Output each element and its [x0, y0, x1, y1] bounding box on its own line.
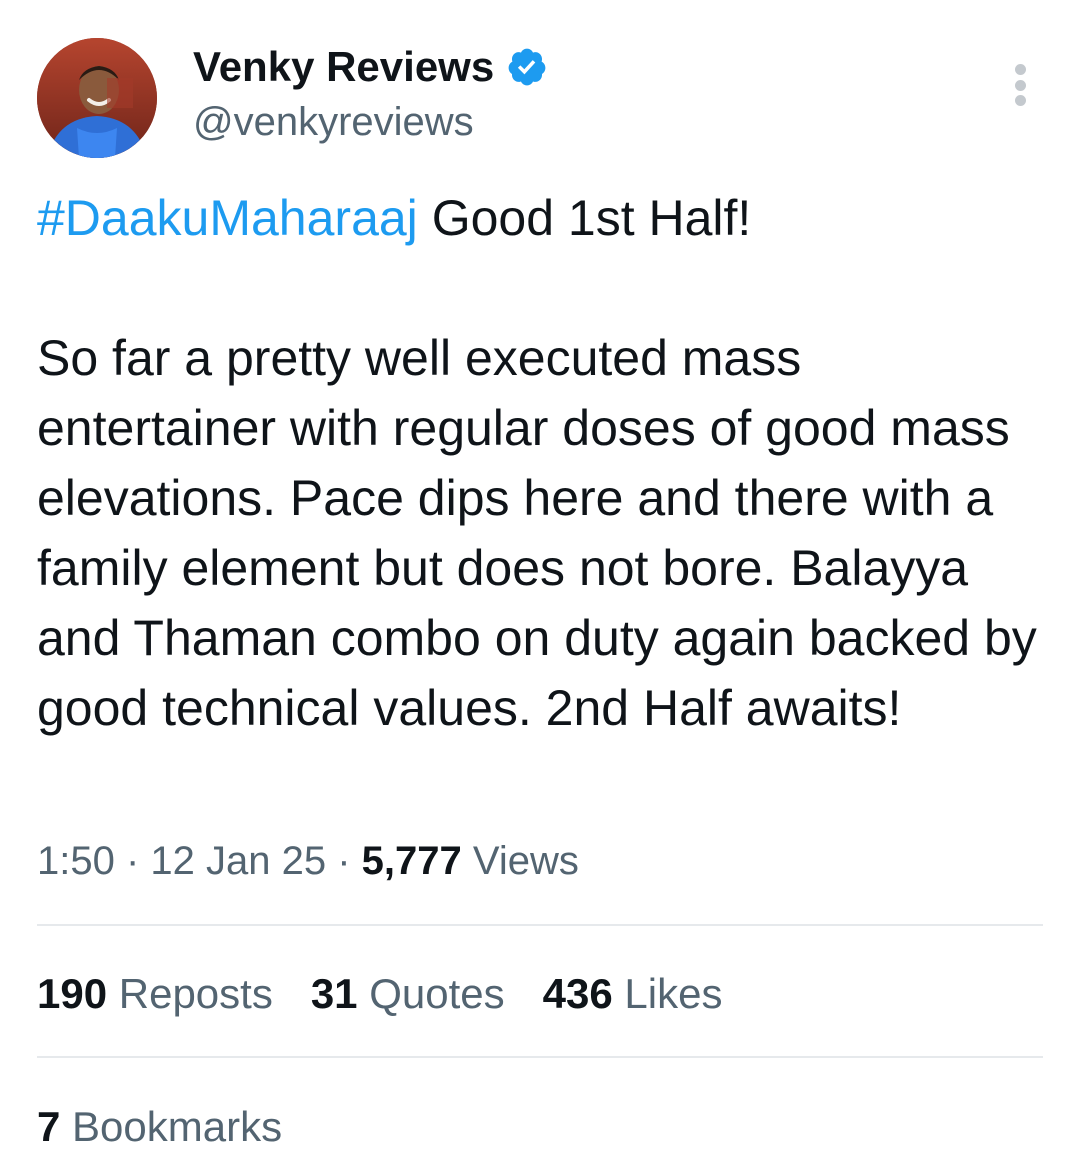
avatar-image — [37, 38, 157, 158]
divider — [37, 924, 1043, 926]
display-name-text: Venky Reviews — [193, 43, 495, 90]
quotes-label: Quotes — [369, 970, 505, 1017]
reposts-count: 190 — [37, 970, 108, 1017]
reposts-stat[interactable]: 190 Reposts — [37, 968, 273, 1020]
more-options-icon — [1014, 64, 1026, 75]
more-options-dot — [1014, 95, 1026, 106]
tweet-headline: #DaakuMaharaaj Good 1st Half! — [37, 183, 1047, 253]
tweet-body: So far a pretty well executed mass enter… — [37, 330, 1037, 736]
tweet-meta: 1:50 · 12 Jan 25 · 5,777 Views — [37, 836, 579, 886]
tweet-text: #DaakuMaharaaj Good 1st Half! So far a p… — [37, 183, 1047, 743]
bookmarks-label: Bookmarks — [72, 1103, 283, 1150]
reposts-label: Reposts — [118, 970, 273, 1017]
likes-count: 436 — [542, 970, 613, 1017]
quotes-stat[interactable]: 31 Quotes — [311, 968, 505, 1020]
verified-badge-icon[interactable] — [506, 46, 548, 88]
likes-stat[interactable]: 436 Likes — [543, 968, 723, 1020]
headline-text: Good 1st Half! — [417, 190, 752, 246]
bookmarks-stat[interactable]: 7 Bookmarks — [37, 1101, 282, 1153]
more-options-dot — [1014, 79, 1026, 91]
hashtag-link[interactable]: #DaakuMaharaaj — [37, 190, 418, 246]
tweet-date[interactable]: 12 Jan 25 — [150, 839, 326, 883]
bookmarks-count: 7 — [37, 1103, 61, 1150]
engagement-stats: 190 Reposts 31 Quotes 436 Likes — [37, 968, 760, 1020]
views-label: Views — [472, 839, 579, 883]
tweet-time[interactable]: 1:50 — [37, 839, 115, 883]
author-display-name[interactable]: Venky Reviews — [193, 42, 548, 92]
meta-separator: · — [114, 839, 151, 883]
meta-separator: · — [326, 839, 362, 883]
more-options-button[interactable] — [1002, 60, 1038, 110]
likes-label: Likes — [624, 970, 723, 1017]
avatar[interactable] — [37, 38, 157, 158]
views-count: 5,777 — [361, 839, 462, 883]
author-handle[interactable]: @venkyreviews — [193, 98, 474, 146]
quotes-count: 31 — [310, 970, 358, 1017]
divider — [37, 1056, 1043, 1058]
